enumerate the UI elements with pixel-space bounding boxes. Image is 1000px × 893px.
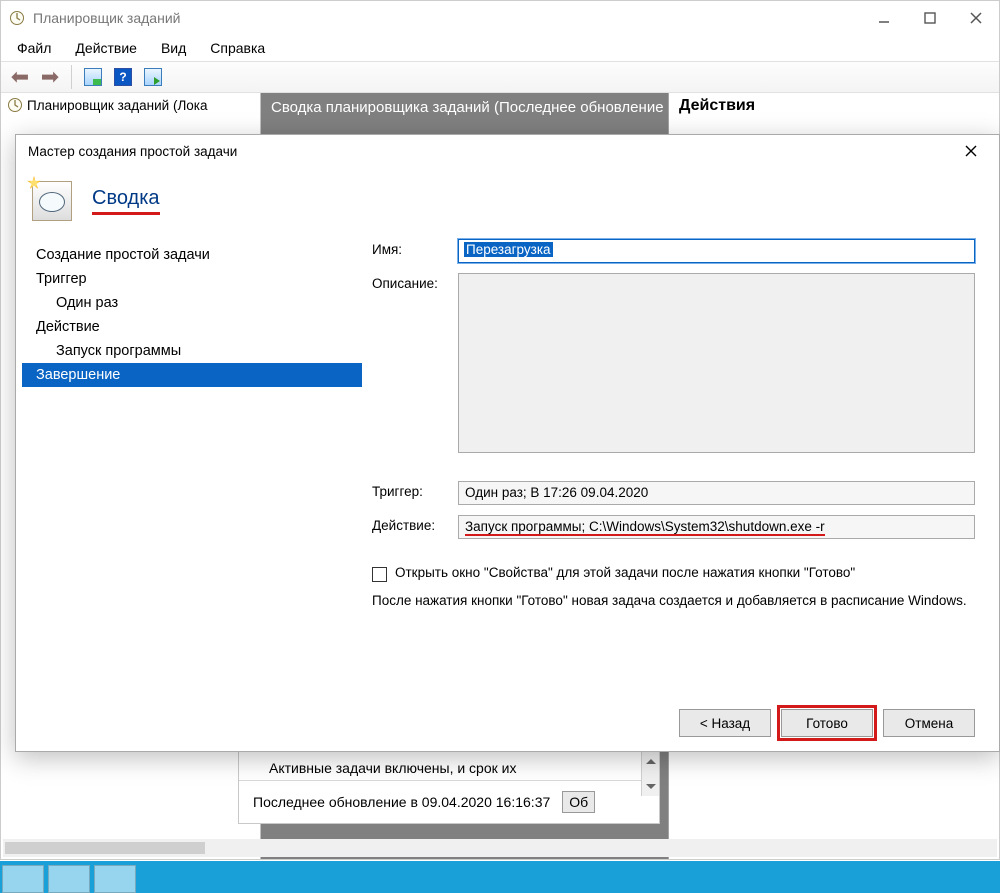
step-trigger[interactable]: Триггер — [22, 267, 362, 291]
scroll-thumb[interactable] — [5, 842, 205, 854]
name-input[interactable]: Перезагрузка — [458, 239, 975, 263]
open-properties-checkbox[interactable] — [372, 567, 387, 582]
menubar: Файл Действие Вид Справка — [1, 35, 999, 61]
taskbar-item[interactable] — [48, 865, 90, 893]
active-tasks-text: Активные задачи включены, и срок их — [239, 752, 659, 780]
step-once[interactable]: Один раз — [22, 291, 362, 315]
toolbar: ⬅ ➡ ? — [1, 61, 999, 93]
tree-root-item[interactable]: Планировщик заданий (Лока — [7, 97, 254, 113]
wizard-steps: Создание простой задачи Триггер Один раз… — [22, 231, 362, 697]
step-finish[interactable]: Завершение — [22, 363, 362, 387]
toolbar-separator — [71, 65, 72, 89]
label-trigger: Триггер: — [372, 481, 458, 505]
create-basic-task-wizard: Мастер создания простой задачи Сводка Со… — [15, 134, 1000, 752]
menu-action[interactable]: Действие — [63, 38, 149, 58]
vertical-scrollbar[interactable] — [641, 752, 659, 796]
trigger-value: Один раз; В 17:26 09.04.2020 — [458, 481, 975, 505]
clock-icon — [7, 97, 23, 113]
horizontal-scrollbar[interactable] — [3, 839, 997, 857]
active-tasks-panel: Активные задачи включены, и срок их Посл… — [238, 752, 660, 824]
label-action: Действие: — [372, 515, 458, 539]
run-button[interactable] — [140, 64, 166, 90]
step-create[interactable]: Создание простой задачи — [22, 243, 362, 267]
maximize-button[interactable] — [907, 1, 953, 35]
view-details-button[interactable] — [80, 64, 106, 90]
refresh-button[interactable]: Об — [562, 791, 595, 813]
dialog-title: Мастер создания простой задачи — [28, 144, 953, 159]
finish-button[interactable]: Готово — [781, 709, 873, 737]
wizard-info-text: После нажатия кнопки "Готово" новая зада… — [372, 592, 975, 611]
nav-back-button[interactable]: ⬅ — [7, 64, 33, 90]
description-textarea[interactable] — [458, 273, 975, 453]
help-button[interactable]: ? — [110, 64, 136, 90]
nav-forward-button[interactable]: ➡ — [37, 64, 63, 90]
taskbar[interactable] — [0, 861, 1000, 893]
minimize-button[interactable] — [861, 1, 907, 35]
back-button[interactable]: < Назад — [679, 709, 771, 737]
wizard-page-title: Сводка — [92, 187, 160, 215]
menu-help[interactable]: Справка — [198, 38, 277, 58]
app-icon — [9, 10, 25, 26]
action-value: Запуск программы; C:\Windows\System32\sh… — [458, 515, 975, 539]
dialog-close-button[interactable] — [953, 137, 989, 165]
window-title: Планировщик заданий — [29, 10, 861, 26]
titlebar: Планировщик заданий — [1, 1, 999, 35]
taskbar-item[interactable] — [94, 865, 136, 893]
tree-root-label: Планировщик заданий (Лока — [27, 98, 208, 113]
menu-file[interactable]: Файл — [5, 38, 63, 58]
wizard-form: Имя: Перезагрузка Описание: Триггер: Оди… — [362, 231, 999, 697]
wizard-icon — [32, 181, 72, 221]
last-update-text: Последнее обновление в 09.04.2020 16:16:… — [253, 794, 550, 810]
cancel-button[interactable]: Отмена — [883, 709, 975, 737]
wizard-header: Сводка — [16, 167, 999, 231]
taskbar-item[interactable] — [2, 865, 44, 893]
menu-view[interactable]: Вид — [149, 38, 198, 58]
step-action[interactable]: Действие — [22, 315, 362, 339]
open-properties-label: Открыть окно "Свойства" для этой задачи … — [395, 565, 855, 580]
label-description: Описание: — [372, 273, 458, 453]
dialog-titlebar: Мастер создания простой задачи — [16, 135, 999, 167]
action-text: Запуск программы; C:\Windows\System32\sh… — [465, 519, 825, 536]
close-button[interactable] — [953, 1, 999, 35]
label-name: Имя: — [372, 239, 458, 263]
dialog-buttons: < Назад Готово Отмена — [16, 697, 999, 751]
step-run-program[interactable]: Запуск программы — [22, 339, 362, 363]
name-value: Перезагрузка — [464, 242, 553, 257]
